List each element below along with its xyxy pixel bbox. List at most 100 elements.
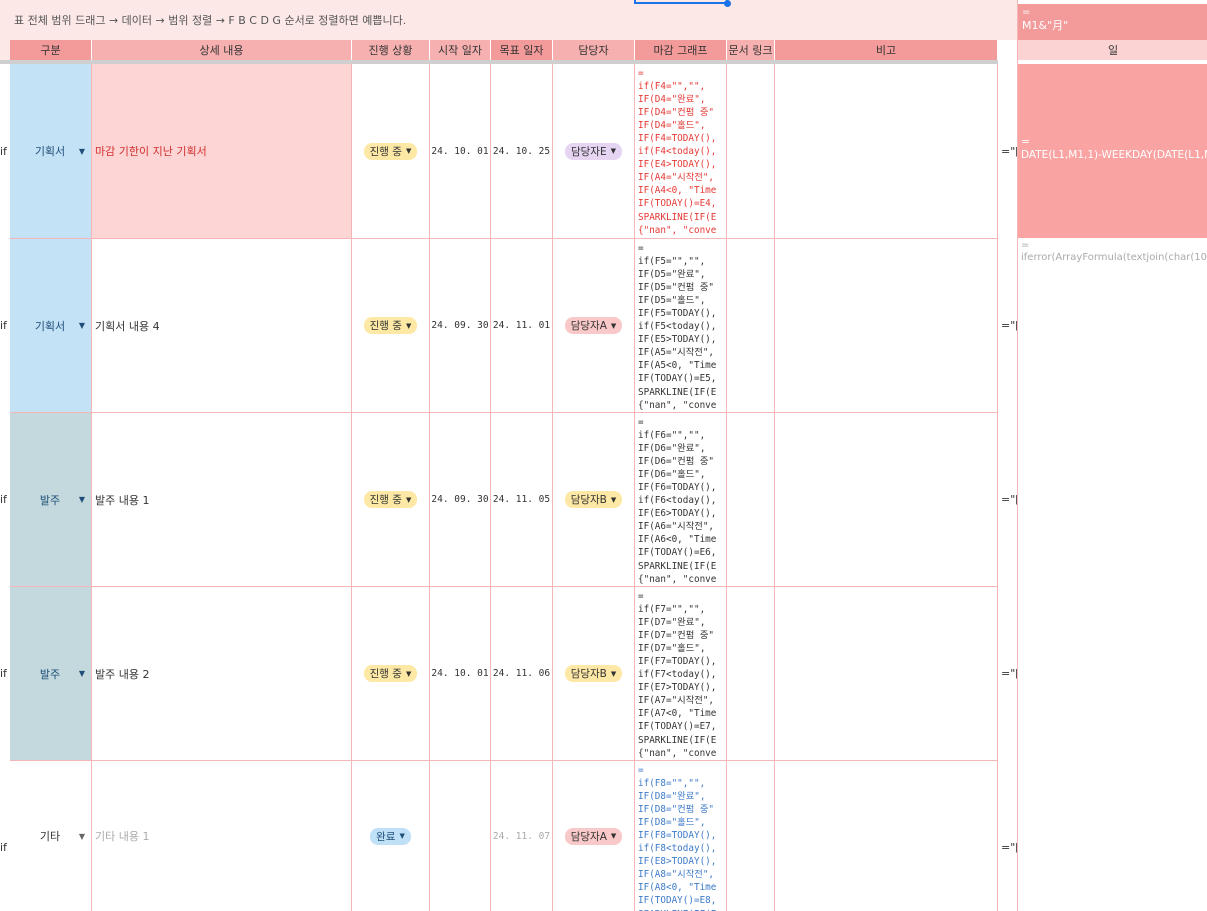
- calendar-formula: DATE(L1,M1,1)-WEEKDAY(DATE(L1,M: [1021, 149, 1207, 161]
- note-cell[interactable]: [775, 64, 998, 238]
- month-eq: =: [1022, 7, 1031, 18]
- status-chip[interactable]: 진행 중 ▼: [363, 665, 418, 682]
- category-dropdown[interactable]: 발주 ▼: [10, 413, 92, 586]
- header-deadline-graph[interactable]: 마감 그래프: [635, 40, 727, 60]
- owner-chip[interactable]: 담당자B ▼: [564, 491, 623, 508]
- doc-link-cell[interactable]: [727, 761, 775, 911]
- category-dropdown[interactable]: 발주 ▼: [10, 587, 92, 760]
- left-col-cell[interactable]: if: [0, 841, 7, 854]
- status-chip[interactable]: 진행 중 ▼: [363, 142, 418, 160]
- dropdown-arrow-icon[interactable]: ▼: [79, 669, 85, 678]
- status-chip[interactable]: 진행 중 ▼: [363, 491, 418, 508]
- chevron-down-icon: ▼: [610, 832, 617, 840]
- header-category[interactable]: 구분: [10, 40, 92, 60]
- left-col-cell[interactable]: if: [0, 667, 7, 680]
- target-date-cell[interactable]: 24. 10. 25: [491, 64, 553, 238]
- events-formula: iferror(ArrayFormula(textjoin(char(10),: [1021, 252, 1207, 263]
- doc-link-cell[interactable]: [727, 239, 775, 412]
- detail-cell[interactable]: 마감 기한이 지난 기획서: [92, 64, 352, 238]
- doc-link-cell[interactable]: [727, 64, 775, 238]
- owner-cell[interactable]: 담당자E ▼: [553, 64, 635, 238]
- status-cell[interactable]: 진행 중 ▼: [352, 587, 430, 760]
- target-date-cell[interactable]: 24. 11. 07: [491, 761, 553, 911]
- note-cell[interactable]: [775, 761, 998, 911]
- owner-chip[interactable]: 담당자A ▼: [564, 317, 623, 334]
- graph-formula-cell[interactable]: = if(F8="","", IF(D8="완료", IF(D8="컨펌 중" …: [635, 761, 727, 911]
- status-cell[interactable]: 진행 중 ▼: [352, 64, 430, 238]
- chevron-down-icon: ▼: [405, 321, 412, 330]
- status-cell[interactable]: 진행 중 ▼: [352, 413, 430, 586]
- graph-formula-cell[interactable]: = if(F7="","", IF(D7="완료", IF(D7="컨펌 중" …: [635, 587, 727, 760]
- owner-cell[interactable]: 담당자A ▼: [553, 239, 635, 412]
- calendar-events-cell[interactable]: = iferror(ArrayFormula(textjoin(char(10)…: [1018, 240, 1207, 280]
- detail-cell[interactable]: 기획서 내용 4: [92, 239, 352, 412]
- target-date-cell[interactable]: 24. 11. 06: [491, 587, 553, 760]
- formula-text: = if(F8="","", IF(D8="완료", IF(D8="컨펌 중" …: [638, 765, 717, 911]
- chevron-down-icon: ▼: [610, 669, 617, 678]
- month-formula: M1&"月": [1022, 19, 1069, 32]
- start-date-cell[interactable]: 24. 09. 30: [430, 239, 491, 412]
- header-doc-link[interactable]: 문서 링크: [727, 40, 775, 60]
- dropdown-arrow-icon[interactable]: ▼: [79, 495, 85, 504]
- owner-cell[interactable]: 담당자B ▼: [553, 413, 635, 586]
- owner-cell[interactable]: 담당자A ▼: [553, 761, 635, 911]
- target-date-cell[interactable]: 24. 11. 01: [491, 239, 553, 412]
- selection-handle[interactable]: [724, 0, 731, 7]
- doc-link-cell[interactable]: [727, 587, 775, 760]
- chevron-down-icon: ▼: [610, 147, 616, 155]
- owner-chip[interactable]: 담당자E ▼: [564, 142, 622, 160]
- formula-text: = if(F5="","", IF(D5="완료", IF(D5="컨펌 중" …: [638, 243, 717, 411]
- detail-cell[interactable]: 발주 내용 1: [92, 413, 352, 586]
- graph-formula-cell[interactable]: = if(F6="","", IF(D6="완료", IF(D6="컨펌 중" …: [635, 413, 727, 586]
- left-col-cell[interactable]: if: [0, 319, 7, 332]
- note-cell[interactable]: [775, 239, 998, 412]
- owner-chip[interactable]: 담당자A ▼: [564, 827, 623, 845]
- status-cell[interactable]: 진행 중 ▼: [352, 239, 430, 412]
- chevron-down-icon: ▼: [610, 321, 617, 330]
- graph-formula-cell[interactable]: = if(F5="","", IF(D5="완료", IF(D5="컨펌 중" …: [635, 239, 727, 412]
- calendar-eq: =: [1021, 136, 1030, 148]
- left-col-cell[interactable]: if: [0, 145, 7, 158]
- start-date-cell[interactable]: [430, 761, 491, 911]
- doc-link-cell[interactable]: [727, 413, 775, 586]
- start-date-cell[interactable]: 24. 09. 30: [430, 413, 491, 586]
- status-chip[interactable]: 진행 중 ▼: [363, 317, 418, 334]
- category-label: 기타: [39, 830, 61, 843]
- header-status[interactable]: 진행 상황: [352, 40, 430, 60]
- category-label: 기획서: [34, 319, 66, 333]
- detail-cell[interactable]: 발주 내용 2: [92, 587, 352, 760]
- category-label: 기획서: [34, 145, 66, 158]
- header-owner[interactable]: 담당자: [553, 40, 635, 60]
- dropdown-arrow-icon[interactable]: ▼: [79, 321, 85, 330]
- dropdown-arrow-icon[interactable]: ▼: [79, 147, 85, 156]
- category-dropdown[interactable]: 기타 ▼: [10, 761, 92, 911]
- category-label: 발주: [39, 493, 61, 507]
- note-cell[interactable]: [775, 587, 998, 760]
- target-date-cell[interactable]: 24. 11. 05: [491, 413, 553, 586]
- month-title-cell[interactable]: = M1&"月": [1018, 4, 1207, 40]
- dropdown-arrow-icon[interactable]: ▼: [79, 832, 85, 841]
- chevron-down-icon: ▼: [405, 669, 412, 678]
- header-note[interactable]: 비고: [775, 40, 998, 60]
- header-start-date[interactable]: 시작 일자: [430, 40, 491, 60]
- start-date-cell[interactable]: 24. 10. 01: [430, 64, 491, 238]
- status-cell[interactable]: 완료 ▼: [352, 761, 430, 911]
- status-chip[interactable]: 완료 ▼: [370, 827, 411, 845]
- calendar-start-cell[interactable]: = DATE(L1,M1,1)-WEEKDAY(DATE(L1,M: [1018, 64, 1207, 238]
- category-dropdown[interactable]: 기획서 ▼: [10, 64, 92, 238]
- note-cell[interactable]: [775, 413, 998, 586]
- header-target-date[interactable]: 목표 일자: [491, 40, 553, 60]
- table-row: 기타 ▼ 기타 내용 1 완료 ▼ 24. 11. 07 담당자A ▼ = if(F…: [10, 761, 998, 911]
- start-date-cell[interactable]: 24. 10. 01: [430, 587, 491, 760]
- left-col-cell[interactable]: if: [0, 493, 7, 506]
- header-detail[interactable]: 상세 내용: [92, 40, 352, 60]
- owner-chip[interactable]: 담당자B ▼: [564, 665, 623, 682]
- graph-formula-cell[interactable]: = if(F4="","", IF(D4="완료", IF(D4="컨펌 중" …: [635, 64, 727, 238]
- category-dropdown[interactable]: 기획서 ▼: [10, 239, 92, 412]
- owner-label: 담당자B: [570, 494, 607, 506]
- detail-cell[interactable]: 기타 내용 1: [92, 761, 352, 911]
- selection-box: [634, 0, 728, 4]
- formula-text: = if(F7="","", IF(D7="완료", IF(D7="컨펌 중" …: [638, 591, 717, 759]
- day-header[interactable]: 일: [1018, 40, 1207, 60]
- owner-cell[interactable]: 담당자B ▼: [553, 587, 635, 760]
